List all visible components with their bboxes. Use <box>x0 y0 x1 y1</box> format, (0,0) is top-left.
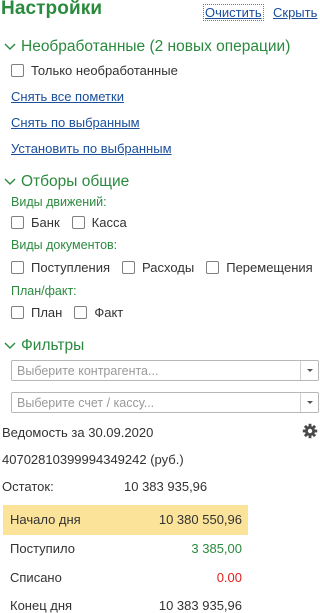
section-common-filters-title: Отборы общие <box>21 173 130 190</box>
unmark-all-link[interactable]: Снять все пометки <box>11 89 124 104</box>
plan-label: План <box>31 305 63 320</box>
gear-icon[interactable] <box>302 423 318 439</box>
dropdown-arrow-icon <box>306 401 313 404</box>
written-off-label: Списано <box>10 570 62 585</box>
day-start-label: Начало дня <box>10 512 81 527</box>
transfers-label: Перемещения <box>226 260 313 275</box>
day-start-value: 10 380 550,96 <box>158 512 242 527</box>
plan-checkbox[interactable] <box>11 306 24 319</box>
clear-link[interactable]: Очистить <box>203 4 264 21</box>
only-unprocessed-label: Только необработанные <box>31 63 178 78</box>
mark-selected-link[interactable]: Установить по выбранным <box>11 141 172 156</box>
document-types-label: Виды документов: <box>11 238 118 252</box>
section-filters-header[interactable]: Фильтры <box>4 337 84 355</box>
balance-value: 10 383 935,96 <box>124 479 208 494</box>
bank-checkbox[interactable] <box>11 216 24 229</box>
bank-label: Банк <box>31 215 60 230</box>
received-label: Поступило <box>10 541 75 556</box>
section-filters-title: Фильтры <box>21 337 85 354</box>
chevron-down-icon <box>4 341 16 351</box>
counterparty-dropdown-button[interactable] <box>300 361 318 380</box>
account-placeholder: Выберите счет / кассу... <box>17 396 155 410</box>
account-dropdown-button[interactable] <box>300 393 318 412</box>
dropdown-arrow-icon <box>306 369 313 372</box>
only-unprocessed-row[interactable]: Только необработанные <box>11 63 178 78</box>
chevron-down-icon <box>4 42 16 52</box>
unmark-selected-link[interactable]: Снять по выбранным <box>11 115 140 130</box>
expenses-checkbox[interactable] <box>122 261 136 274</box>
cash-label: Касса <box>91 215 127 230</box>
chevron-down-icon <box>4 177 16 187</box>
only-unprocessed-checkbox[interactable] <box>11 64 24 77</box>
day-end-value: 10 383 935,96 <box>158 598 242 613</box>
account-number: 40702810399994349242 (руб.) <box>2 452 184 467</box>
counterparty-input[interactable]: Выберите контрагента... <box>11 360 319 381</box>
fact-checkbox[interactable] <box>74 306 88 319</box>
movement-types-group: Банк Касса <box>11 215 127 230</box>
receipts-label: Поступления <box>31 260 111 275</box>
statement-title: Ведомость за 30.09.2020 <box>2 425 154 440</box>
counterparty-placeholder: Выберите контрагента... <box>17 364 159 378</box>
document-types-group: Поступления Расходы Перемещения <box>11 260 313 275</box>
received-value: 3 385,00 <box>191 541 242 556</box>
plan-fact-group: План Факт <box>11 305 123 320</box>
plan-fact-label: План/факт: <box>11 284 77 298</box>
account-input[interactable]: Выберите счет / кассу... <box>11 392 319 413</box>
balance-label: Остаток: <box>2 479 54 494</box>
fact-label: Факт <box>94 305 124 320</box>
day-end-label: Конец дня <box>10 598 73 613</box>
receipts-checkbox[interactable] <box>11 261 24 274</box>
page-title: Настройки <box>1 0 103 19</box>
expenses-label: Расходы <box>142 260 195 275</box>
written-off-value: 0.00 <box>216 570 242 585</box>
section-unprocessed-header[interactable]: Необработанные (2 новых операции) <box>4 38 290 56</box>
section-common-filters-header[interactable]: Отборы общие <box>4 173 129 191</box>
movement-types-label: Виды движений: <box>11 195 107 209</box>
hide-link[interactable]: Скрыть <box>273 5 317 20</box>
section-unprocessed-title: Необработанные (2 новых операции) <box>21 38 291 55</box>
cash-checkbox[interactable] <box>71 216 85 229</box>
transfers-checkbox[interactable] <box>206 261 220 274</box>
